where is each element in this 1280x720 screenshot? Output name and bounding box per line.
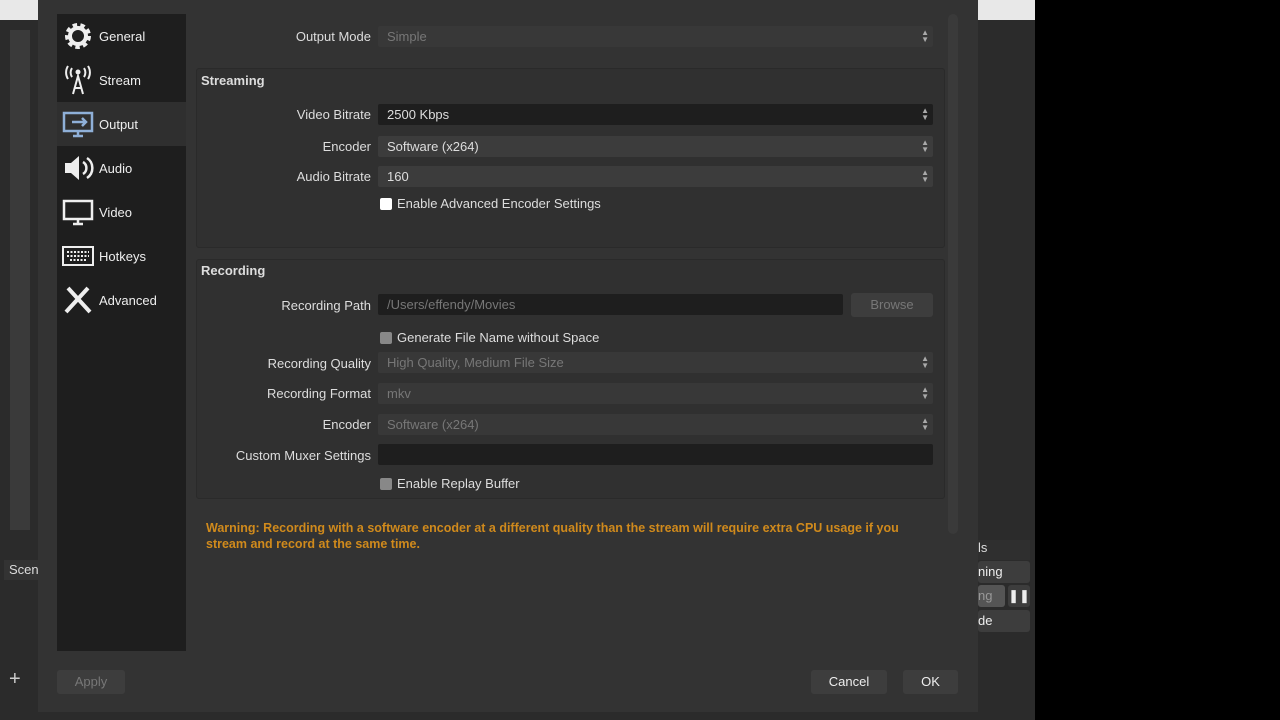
- audio-bitrate-select[interactable]: 160 ▲ ▼: [378, 166, 933, 187]
- chevron-updown-icon: ▲ ▼: [921, 416, 929, 432]
- cancel-button[interactable]: Cancel: [811, 670, 887, 694]
- scrollbar[interactable]: [948, 14, 958, 534]
- recording-title: Recording: [201, 263, 266, 278]
- sidebar-item-general[interactable]: General: [57, 14, 186, 58]
- sidebar-item-label: Audio: [99, 160, 133, 176]
- warning-text: Warning: Recording with a software encod…: [206, 521, 899, 551]
- sidebar-item-label: Output: [99, 116, 139, 132]
- studio-mode-button[interactable]: de: [978, 610, 1030, 632]
- replay-buffer-checkbox[interactable]: Enable Replay Buffer: [380, 476, 520, 491]
- sidebar-item-stream[interactable]: Stream: [57, 58, 186, 102]
- controls-header: ls: [978, 540, 1030, 560]
- pause-button[interactable]: ❚❚: [1008, 585, 1030, 607]
- video-bitrate-input[interactable]: 2500 Kbps ▲ ▼: [378, 104, 933, 125]
- browse-button[interactable]: Browse: [851, 293, 933, 317]
- chevron-updown-icon: ▲ ▼: [921, 138, 929, 154]
- output-mode-select[interactable]: Simple ▲ ▼: [378, 26, 933, 47]
- chevron-updown-icon: ▲ ▼: [921, 354, 929, 370]
- gear-icon: [65, 23, 91, 49]
- sidebar-item-hotkeys[interactable]: Hotkeys: [57, 234, 186, 278]
- output-mode-label: Output Mode: [295, 29, 371, 44]
- sidebar-item-advanced[interactable]: Advanced: [57, 278, 186, 322]
- sidebar-item-label: Advanced: [99, 292, 157, 308]
- advanced-encoder-checkbox[interactable]: Enable Advanced Encoder Settings: [380, 196, 601, 211]
- monitor-arrow-icon: [62, 111, 94, 138]
- settings-sidebar: General Stream Output Audio Video Hotkey…: [57, 14, 186, 651]
- add-scene-button[interactable]: +: [9, 668, 21, 691]
- sidebar-item-label: Hotkeys: [99, 248, 146, 264]
- tools-icon: [64, 286, 92, 314]
- no-space-checkbox[interactable]: Generate File Name without Space: [380, 330, 599, 345]
- chevron-updown-icon: ▲ ▼: [921, 385, 929, 401]
- sidebar-item-audio[interactable]: Audio: [57, 146, 186, 190]
- start-streaming-button[interactable]: ning: [978, 561, 1030, 583]
- recording-path-input[interactable]: /Users/effendy/Movies: [378, 294, 843, 315]
- scenes-label: Scen: [9, 562, 39, 577]
- recording-path-label: Recording Path: [281, 298, 371, 313]
- ok-button[interactable]: OK: [903, 670, 958, 694]
- recording-encoder-select[interactable]: Software (x264) ▲ ▼: [378, 414, 933, 435]
- controls-label: ls: [978, 540, 988, 555]
- sidebar-item-label: Stream: [99, 72, 141, 88]
- start-recording-button[interactable]: ng: [978, 585, 1005, 607]
- preview-area: [10, 30, 30, 530]
- recording-quality-label: Recording Quality: [267, 356, 371, 371]
- apply-button[interactable]: Apply: [57, 670, 125, 694]
- monitor-icon: [62, 199, 94, 226]
- video-bitrate-label: Video Bitrate: [296, 107, 371, 122]
- encoder-label: Encoder: [322, 139, 371, 154]
- streaming-title: Streaming: [201, 73, 265, 88]
- settings-dialog: General Stream Output Audio Video Hotkey…: [38, 0, 978, 712]
- streaming-group: [196, 68, 945, 248]
- recording-format-select[interactable]: mkv ▲ ▼: [378, 383, 933, 404]
- muxer-settings-input[interactable]: [378, 444, 933, 465]
- chevron-updown-icon: ▲ ▼: [921, 168, 929, 184]
- recording-encoder-label: Encoder: [322, 417, 371, 432]
- sidebar-item-output[interactable]: Output: [57, 102, 186, 146]
- antenna-icon: [65, 65, 91, 95]
- keyboard-icon: [62, 246, 94, 266]
- recording-format-label: Recording Format: [266, 386, 371, 401]
- sidebar-item-video[interactable]: Video: [57, 190, 186, 234]
- stepper-icon: ▲ ▼: [921, 106, 929, 122]
- chevron-updown-icon: ▲ ▼: [921, 28, 929, 44]
- encoder-select[interactable]: Software (x264) ▲ ▼: [378, 136, 933, 157]
- audio-bitrate-label: Audio Bitrate: [296, 169, 371, 184]
- muxer-settings-label: Custom Muxer Settings: [235, 448, 371, 463]
- sidebar-item-label: Video: [99, 204, 133, 220]
- speaker-icon: [65, 156, 94, 180]
- sidebar-item-label: General: [99, 28, 146, 44]
- recording-quality-select[interactable]: High Quality, Medium File Size ▲ ▼: [378, 352, 933, 373]
- scenes-header: Scen: [4, 560, 39, 580]
